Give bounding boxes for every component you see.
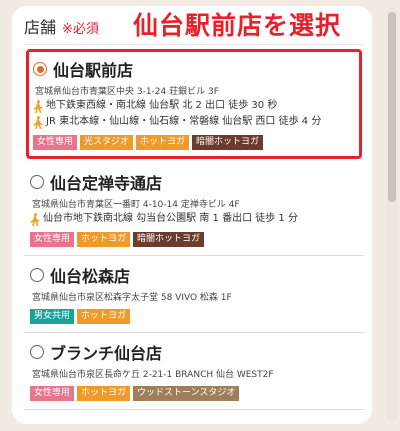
access-text: 地下鉄東西線・南北線 仙台駅 北 2 出口 徒歩 30 秒 (46, 100, 278, 111)
store-address: 宮城県仙台市青葉区一番町 4-10-14 定禅寺ビル 4F (32, 200, 240, 210)
tag-women-only: 女性専用 (30, 232, 75, 247)
access-text: JR 東北本線・仙山線・仙石線・常磐線 仙台駅 西口 徒歩 4 分 (46, 116, 322, 127)
access-row: 仙台市地下鉄南北線 勾当台公園駅 南 1 番出口 徒歩 1 分 (30, 212, 358, 226)
tag-hot-yoga: ホットヨガ (77, 386, 131, 401)
tag-list: 男女共用 ホットヨガ (30, 309, 358, 324)
store-name: ブランチ仙台店 (50, 344, 163, 363)
walking-person-icon (33, 100, 43, 113)
store-option-sendai-matsumori[interactable]: 仙台松森店 宮城県仙台市泉区松森字太子堂 58 VIVO 松森 1F 男女共用 … (24, 256, 364, 333)
tag-hot-yoga: ホットヨガ (77, 232, 131, 247)
store-option-sendai-ekimae[interactable]: 仙台駅前店 宮城県仙台市青葉区中央 3-1-24 荘銀ビル 3F 地下鉄東西線・… (26, 49, 362, 159)
store-name: 仙台松森店 (50, 267, 131, 286)
tag-dark-hot-yoga: 暗闇ホットヨガ (133, 232, 205, 247)
store-address: 宮城県仙台市泉区長命ケ丘 2-21-1 BRANCH 仙台 WEST2F (32, 370, 274, 380)
tag-women-only: 女性専用 (33, 135, 78, 150)
radio-unselected[interactable] (30, 345, 44, 359)
tag-hot-yoga: ホットヨガ (136, 135, 190, 150)
radio-unselected[interactable] (30, 268, 44, 282)
store-name: 仙台駅前店 (53, 61, 134, 80)
store-option-branch-sendai[interactable]: ブランチ仙台店 宮城県仙台市泉区長命ケ丘 2-21-1 BRANCH 仙台 WE… (24, 333, 364, 410)
access-text: 仙台市地下鉄南北線 勾当台公園駅 南 1 番出口 徒歩 1 分 (43, 213, 298, 224)
tag-light-studio: 光スタジオ (80, 135, 134, 150)
tag-hot-yoga: ホットヨガ (77, 309, 131, 324)
scrollbar-thumb[interactable] (388, 12, 396, 202)
walking-person-icon (30, 213, 40, 226)
store-option-sendai-jozenji[interactable]: 仙台定禅寺通店 宮城県仙台市青葉区一番町 4-10-14 定禅寺ビル 4F 仙台… (24, 163, 364, 256)
tag-unisex: 男女共用 (30, 309, 75, 324)
radio-unselected[interactable] (30, 175, 44, 189)
radio-selected[interactable] (33, 62, 47, 76)
tag-women-only: 女性専用 (30, 386, 75, 401)
store-name: 仙台定禅寺通店 (50, 174, 163, 193)
tag-dark-hot-yoga: 暗闇ホットヨガ (192, 135, 264, 150)
annotation-callout: 仙台駅前店を選択 (133, 11, 342, 40)
required-marker: ※必須 (62, 22, 99, 37)
tag-list: 女性専用 光スタジオ ホットヨガ 暗闇ホットヨガ (33, 135, 355, 150)
tag-list: 女性専用 ホットヨガ ウッドストーンスタジオ (30, 386, 358, 401)
tag-list: 女性専用 ホットヨガ 暗闇ホットヨガ (30, 232, 358, 247)
access-row: JR 東北本線・仙山線・仙石線・常磐線 仙台駅 西口 徒歩 4 分 (33, 115, 355, 129)
field-label: 店舗 (24, 18, 57, 37)
walking-person-icon (33, 116, 43, 129)
store-list: 仙台駅前店 宮城県仙台市青葉区中央 3-1-24 荘銀ビル 3F 地下鉄東西線・… (24, 44, 364, 431)
field-header: 店舗 ※必須 (24, 14, 99, 40)
access-row: 地下鉄東西線・南北線 仙台駅 北 2 出口 徒歩 30 秒 (33, 99, 355, 113)
store-address: 宮城県仙台市泉区松森字太子堂 58 VIVO 松森 1F (32, 293, 232, 303)
tag-woodstone-studio: ウッドストーンスタジオ (133, 386, 240, 401)
store-address: 宮城県仙台市青葉区中央 3-1-24 荘銀ビル 3F (35, 87, 219, 97)
